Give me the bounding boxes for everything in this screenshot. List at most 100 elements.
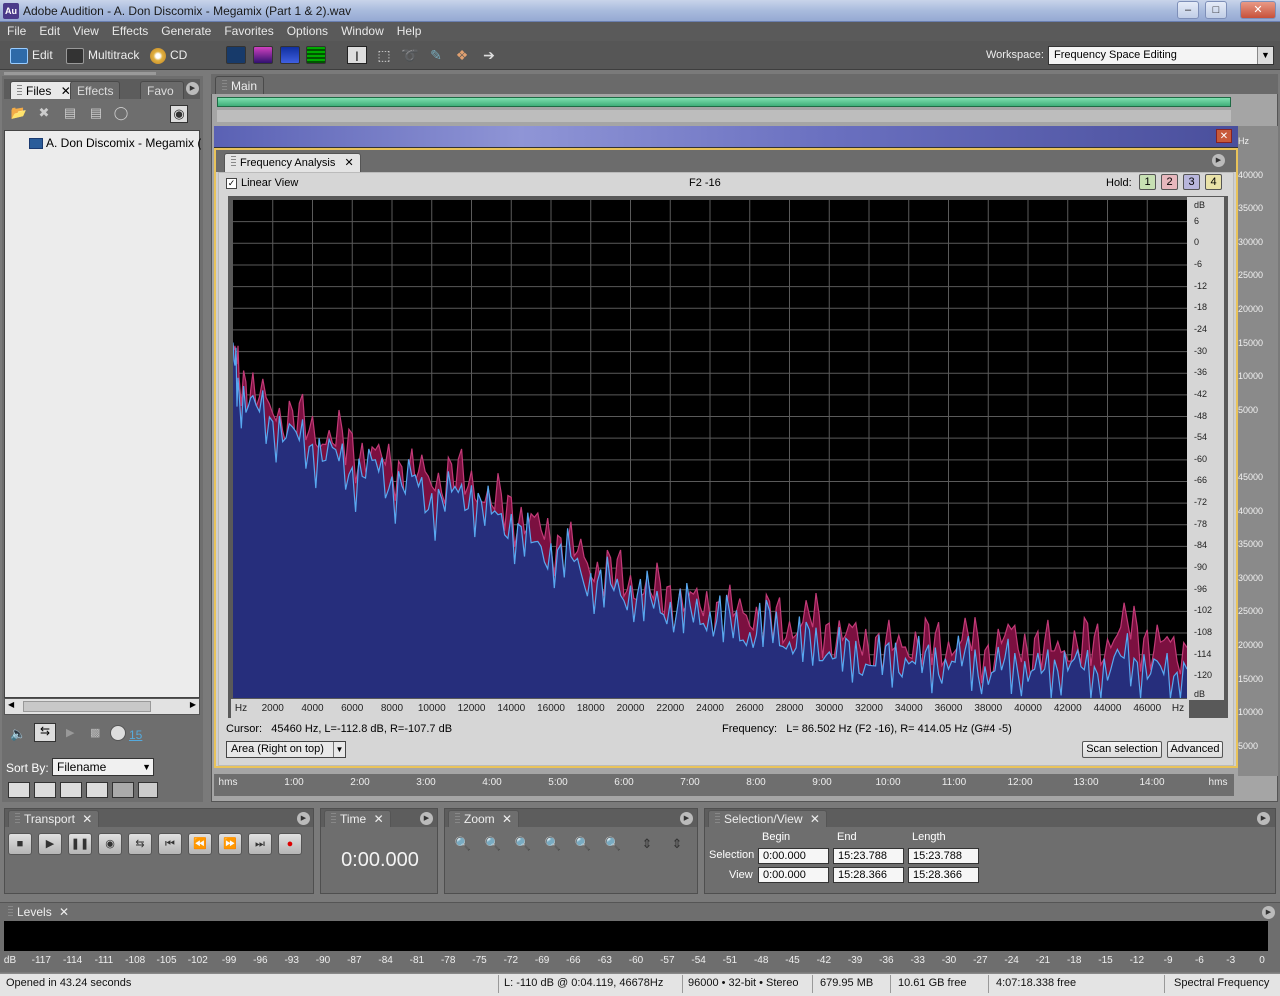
overview-bar[interactable] xyxy=(217,97,1231,107)
panel-menu-icon[interactable]: ▶ xyxy=(1257,812,1270,825)
speaker-icon[interactable]: 🔈 xyxy=(10,726,26,742)
checkbox[interactable]: ✓ xyxy=(226,177,237,189)
menu-window[interactable]: Window xyxy=(334,22,390,38)
menu-file[interactable]: File xyxy=(0,22,32,38)
filter-preview-icon[interactable] xyxy=(112,782,134,798)
workspace-select[interactable]: Frequency Space Editing ▼ xyxy=(1048,46,1274,65)
tab-files[interactable]: Files ✕ xyxy=(10,81,78,99)
scroll-right-icon[interactable]: ▶ xyxy=(190,700,196,709)
maximize-button[interactable]: □ xyxy=(1205,1,1227,19)
close-icon[interactable]: ✕ xyxy=(1216,129,1232,143)
go-to-end-button[interactable]: ⏭ xyxy=(248,833,272,855)
spectral-phase-icon[interactable] xyxy=(306,46,326,64)
close-icon[interactable]: ✕ xyxy=(59,905,69,919)
close-icon[interactable]: ✕ xyxy=(82,812,92,826)
filter-loop-icon[interactable] xyxy=(34,782,56,798)
menu-view[interactable]: View xyxy=(66,22,105,38)
zoom-in-vertical-icon[interactable]: ⇕ xyxy=(635,834,659,856)
zoom-to-selection-icon[interactable]: 🔍 xyxy=(541,834,565,856)
loop-play-button[interactable]: ⇆ xyxy=(128,833,152,855)
filter-midi-icon[interactable] xyxy=(86,782,108,798)
scroll-thumb[interactable] xyxy=(23,701,151,712)
selection-length-field[interactable]: 15:23.788 xyxy=(908,848,979,864)
pause-button[interactable]: ❚❚ xyxy=(68,833,92,855)
import-icon[interactable]: ◯ xyxy=(112,105,130,123)
view-length-field[interactable]: 15:28.366 xyxy=(908,867,979,883)
tab-time[interactable]: Time ✕ xyxy=(324,810,391,827)
tab-main[interactable]: Main xyxy=(215,76,265,94)
selection-end-field[interactable]: 15:23.788 xyxy=(833,848,904,864)
close-button[interactable]: ✕ xyxy=(1240,1,1276,19)
marquee-tool-icon[interactable]: ⬚ xyxy=(374,46,394,64)
go-to-start-button[interactable]: ⏮ xyxy=(158,833,182,855)
autoplay-icon[interactable] xyxy=(110,725,126,741)
panel-menu-icon[interactable]: ▶ xyxy=(297,812,310,825)
sort-by-select[interactable]: Filename ▼ xyxy=(52,758,154,776)
close-icon[interactable]: ✕ xyxy=(810,812,820,826)
fast-forward-button[interactable]: ⏩ xyxy=(218,833,242,855)
play-from-cursor-button[interactable]: ◉ xyxy=(98,833,122,855)
hold-button-2[interactable]: 2 xyxy=(1161,174,1178,190)
menu-effects[interactable]: Effects xyxy=(105,22,154,38)
stop-button[interactable]: ■ xyxy=(8,833,32,855)
view-begin-field[interactable]: 0:00.000 xyxy=(758,867,829,883)
waveform-view-icon[interactable] xyxy=(226,46,246,64)
spot-healing-icon[interactable]: ❖ xyxy=(452,46,472,64)
play-icon[interactable]: ▶ xyxy=(66,726,74,739)
menu-generate[interactable]: Generate xyxy=(154,22,217,38)
zoom-in-horizontal-icon[interactable]: 🔍 xyxy=(451,834,475,856)
filter-cd-icon[interactable] xyxy=(138,782,158,798)
minimize-button[interactable]: – xyxy=(1177,1,1199,19)
advanced-button[interactable]: Advanced xyxy=(1167,741,1223,758)
play-button[interactable]: ▶ xyxy=(38,833,62,855)
spectrum-plot[interactable] xyxy=(232,200,1188,699)
tab-levels[interactable]: Levels ✕ xyxy=(4,904,73,921)
open-file-icon[interactable]: 📂 xyxy=(10,105,28,123)
menu-options[interactable]: Options xyxy=(280,22,334,38)
edit-view-button[interactable]: Edit xyxy=(10,45,53,66)
record-button[interactable]: ● xyxy=(278,833,302,855)
list-item[interactable]: A. Don Discomix - Megamix (Part xyxy=(29,136,201,150)
loop-icon[interactable]: ⇆ xyxy=(34,723,56,742)
lasso-tool-icon[interactable]: ➰ xyxy=(400,46,420,64)
spectral-pan-icon[interactable] xyxy=(280,46,300,64)
linear-view-checkbox[interactable]: ✓ Linear View xyxy=(226,177,298,189)
insert-cd-icon[interactable]: ▤ xyxy=(87,105,105,123)
view-end-field[interactable]: 15:28.366 xyxy=(833,867,904,883)
display-mode-select[interactable]: Area (Right on top) ▼ xyxy=(226,741,346,758)
scan-selection-button[interactable]: Scan selection xyxy=(1082,741,1162,758)
close-icon[interactable]: ✕ xyxy=(502,812,512,826)
panel-menu-icon[interactable]: ▶ xyxy=(186,82,199,95)
hold-button-4[interactable]: 4 xyxy=(1205,174,1222,190)
insert-multitrack-icon[interactable]: ▤ xyxy=(61,105,79,123)
multitrack-view-button[interactable]: Multitrack xyxy=(66,45,139,66)
filter-video-icon[interactable] xyxy=(60,782,82,798)
panel-menu-icon[interactable]: ▶ xyxy=(680,812,693,825)
zoom-left-edge-icon[interactable]: 🔍 xyxy=(571,834,595,856)
hold-button-1[interactable]: 1 xyxy=(1139,174,1156,190)
loop-count[interactable]: 15 xyxy=(129,728,142,742)
menu-edit[interactable]: Edit xyxy=(32,22,66,38)
tab-effects[interactable]: Effects xyxy=(70,81,121,99)
horizontal-scrollbar[interactable]: ◀ ▶ xyxy=(4,698,200,715)
panel-menu-icon[interactable]: ▶ xyxy=(1212,154,1225,167)
cd-view-button[interactable]: CD xyxy=(150,45,187,66)
hold-button-3[interactable]: 3 xyxy=(1183,174,1200,190)
scroll-left-icon[interactable]: ◀ xyxy=(8,700,14,709)
spectral-frequency-icon[interactable] xyxy=(253,46,273,64)
close-file-icon[interactable]: ✖ xyxy=(35,105,53,123)
menu-help[interactable]: Help xyxy=(390,22,428,38)
panel-resize-handle[interactable] xyxy=(4,72,156,75)
scrub-tool-icon[interactable]: ➔ xyxy=(479,46,499,64)
zoom-out-vertical-icon[interactable]: ⇕ xyxy=(665,834,689,856)
tab-favorites[interactable]: Favo xyxy=(140,81,184,99)
tab-selection-view[interactable]: Selection/View ✕ xyxy=(708,810,827,827)
menu-favorites[interactable]: Favorites xyxy=(217,22,279,38)
zoom-right-edge-icon[interactable]: 🔍 xyxy=(601,834,625,856)
zoom-out-horizontal-icon[interactable]: 🔍 xyxy=(481,834,505,856)
rewind-button[interactable]: ⏪ xyxy=(188,833,212,855)
filter-audio-icon[interactable] xyxy=(8,782,30,798)
zoom-out-full-icon[interactable]: 🔍 xyxy=(511,834,535,856)
options-icon[interactable]: ◉ xyxy=(170,105,188,123)
close-icon[interactable]: ✕ xyxy=(344,157,353,169)
